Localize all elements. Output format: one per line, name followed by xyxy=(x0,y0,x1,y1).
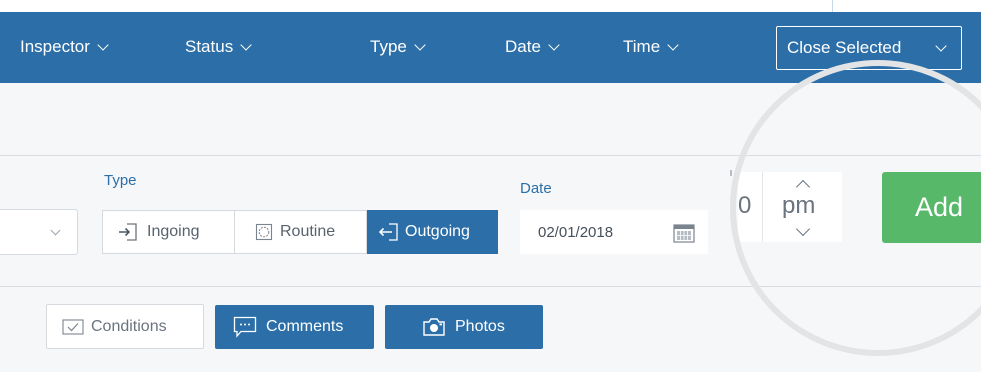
chevron-down-icon xyxy=(935,40,947,52)
time-picker[interactable]: 0 pm xyxy=(738,172,842,242)
time-minute-fragment: 0 xyxy=(738,192,752,219)
close-selected-label: Close Selected xyxy=(787,38,902,57)
top-strip xyxy=(0,0,981,12)
type-option-routine[interactable]: Routine xyxy=(235,210,367,254)
chevron-down-icon xyxy=(667,38,679,51)
type-option-ingoing[interactable]: Ingoing xyxy=(102,210,235,254)
date-input[interactable]: 02/01/2018 xyxy=(520,210,708,254)
strip-divider xyxy=(832,0,833,12)
header-column-time[interactable]: Time xyxy=(623,37,679,57)
type-option-label: Outgoing xyxy=(405,223,470,240)
add-button[interactable]: Add xyxy=(882,172,981,243)
date-value: 02/01/2018 xyxy=(538,223,614,241)
header-column-date[interactable]: Date xyxy=(505,37,560,57)
type-option-label: Routine xyxy=(280,223,336,240)
arrow-in-icon xyxy=(119,223,137,241)
table-header-bar: Inspector Status Type Date Time Close Se… xyxy=(0,12,981,83)
date-label: Date xyxy=(520,180,552,197)
row-divider xyxy=(0,286,981,287)
circle-icon xyxy=(255,223,273,241)
comment-icon xyxy=(233,316,257,338)
comments-label: Comments xyxy=(266,318,344,335)
chevron-down-icon xyxy=(548,38,560,51)
calendar-icon[interactable] xyxy=(673,223,695,243)
row-divider xyxy=(0,155,981,156)
photos-label: Photos xyxy=(455,318,505,335)
inspection-page: Inspector Status Type Date Time Close Se… xyxy=(0,0,981,372)
ampm-value: pm xyxy=(782,192,816,219)
header-column-label: Type xyxy=(370,37,407,56)
chevron-down-icon xyxy=(414,38,426,51)
add-button-label: Add xyxy=(915,192,964,222)
type-toggle-group: Ingoing Routine Outgoing xyxy=(102,210,498,254)
arrow-out-icon xyxy=(378,223,398,241)
header-column-label: Inspector xyxy=(20,37,90,56)
header-column-label: Date xyxy=(505,37,541,56)
header-column-inspector[interactable]: Inspector xyxy=(20,37,109,57)
conditions-label: Conditions xyxy=(91,317,167,335)
type-option-label: Ingoing xyxy=(147,223,200,240)
time-separator xyxy=(762,172,763,242)
header-column-label: Status xyxy=(185,37,234,56)
chevron-down-icon[interactable] xyxy=(795,221,811,237)
comments-button[interactable]: Comments xyxy=(215,305,374,349)
close-selected-dropdown[interactable]: Close Selected xyxy=(776,26,962,70)
chevron-down-icon xyxy=(240,38,252,51)
chevron-down-icon xyxy=(50,225,61,236)
camera-icon xyxy=(423,318,445,336)
header-column-status[interactable]: Status xyxy=(185,37,252,57)
inspector-select[interactable] xyxy=(0,209,78,255)
type-label: Type xyxy=(104,172,137,189)
chevron-down-icon xyxy=(97,38,109,51)
type-option-outgoing[interactable]: Outgoing xyxy=(367,210,498,254)
time-label-fragment xyxy=(730,170,732,176)
header-column-label: Time xyxy=(623,37,661,56)
header-column-type[interactable]: Type xyxy=(370,37,426,57)
conditions-button[interactable]: Conditions xyxy=(46,304,204,349)
checkbox-check-icon xyxy=(62,318,84,335)
photos-button[interactable]: Photos xyxy=(385,305,543,349)
